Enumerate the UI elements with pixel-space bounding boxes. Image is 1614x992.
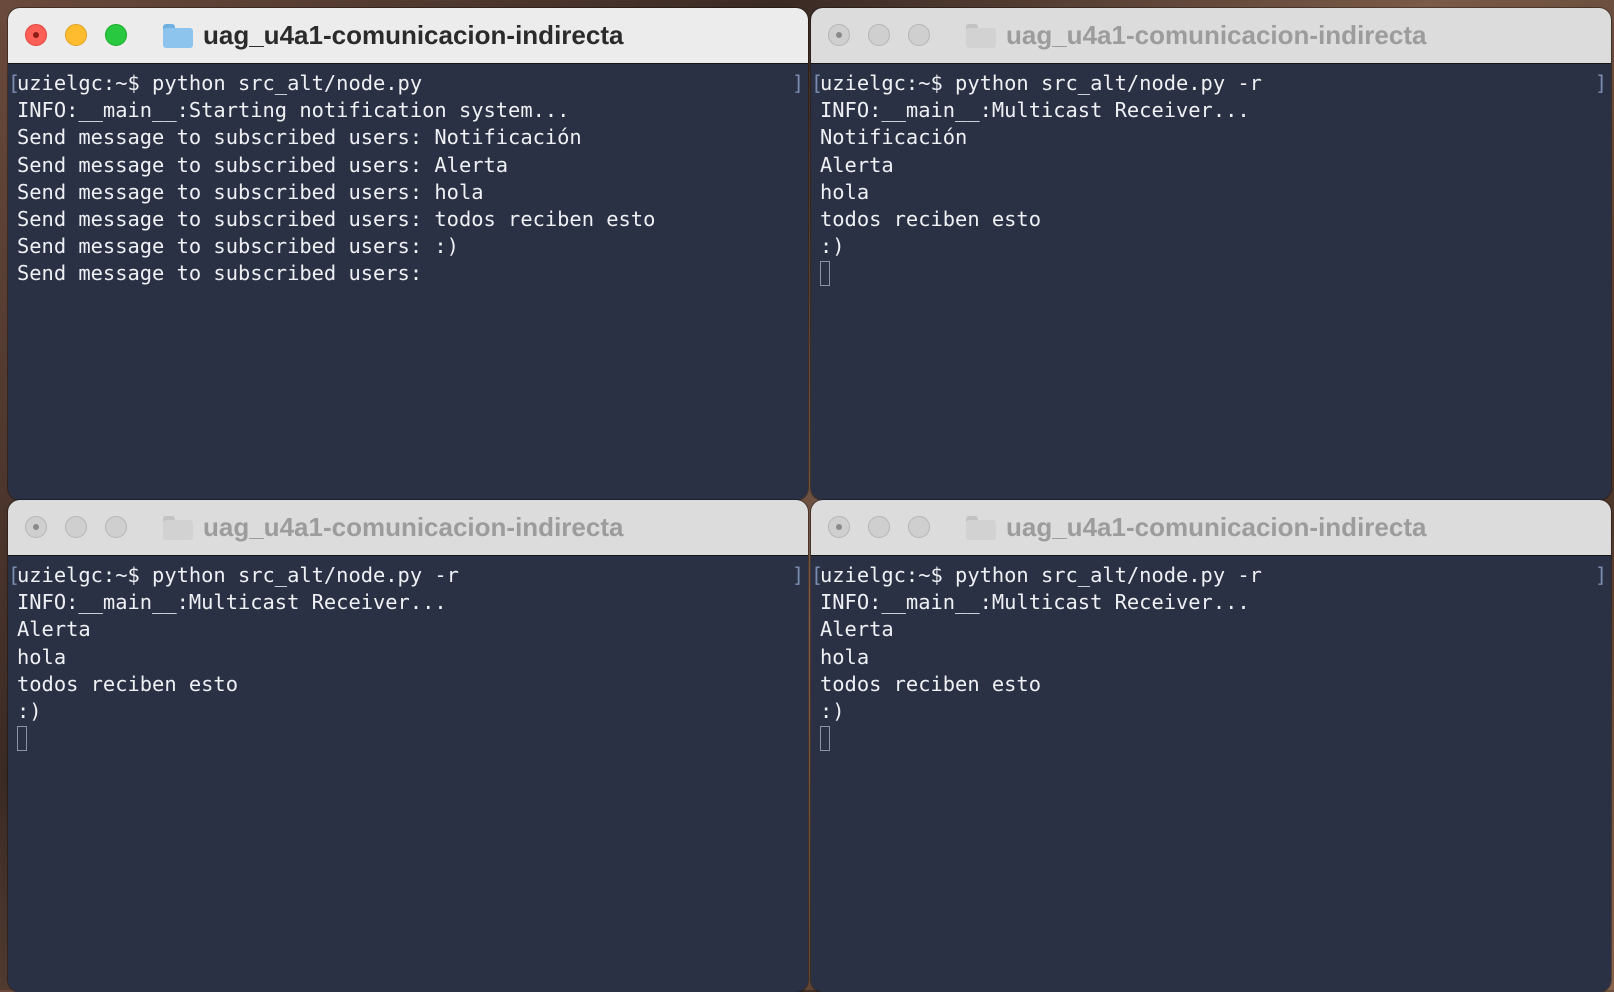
maximize-button[interactable] xyxy=(908,24,930,46)
terminal-line: todos reciben esto xyxy=(17,671,238,696)
window-title-text: uag_u4a1-comunicacion-indirecta xyxy=(203,512,624,542)
terminal-line: :) xyxy=(17,698,42,723)
minimize-button[interactable] xyxy=(868,516,890,538)
terminal-line: INFO:__main__:Multicast Receiver... xyxy=(820,590,1250,615)
terminal-output[interactable]: [ ] uzielgc:~$ python src_alt/node.py -r… xyxy=(811,64,1611,500)
window-title: uag_u4a1-comunicacion-indirecta xyxy=(163,8,623,63)
terminal-window-receiver-1[interactable]: uag_u4a1-comunicacion-indirecta [ ] uzie… xyxy=(811,8,1611,500)
folder-icon xyxy=(163,515,193,540)
terminal-line: hola xyxy=(17,644,67,669)
terminal-window-sender[interactable]: uag_u4a1-comunicacion-indirecta [ ] uzie… xyxy=(8,8,808,500)
folder-icon xyxy=(966,23,996,48)
close-button[interactable] xyxy=(828,516,850,538)
window-title-text: uag_u4a1-comunicacion-indirecta xyxy=(203,20,624,50)
terminal-window-receiver-3[interactable]: uag_u4a1-comunicacion-indirecta [ ] uzie… xyxy=(811,500,1611,992)
terminal-line: INFO:__main__:Starting notification syst… xyxy=(17,98,570,123)
traffic-lights xyxy=(25,516,127,538)
window-title: uag_u4a1-comunicacion-indirecta xyxy=(966,8,1426,63)
terminal-line: Alerta xyxy=(17,617,91,642)
terminal-cursor xyxy=(820,726,830,752)
mark-bracket-left: [ xyxy=(811,71,824,95)
terminal-window-receiver-2[interactable]: uag_u4a1-comunicacion-indirecta [ ] uzie… xyxy=(8,500,808,992)
window-title-text: uag_u4a1-comunicacion-indirecta xyxy=(1006,20,1427,50)
close-button[interactable] xyxy=(828,24,850,46)
folder-icon xyxy=(966,515,996,540)
title-bar[interactable]: uag_u4a1-comunicacion-indirecta xyxy=(811,500,1611,556)
traffic-lights xyxy=(828,516,930,538)
terminal-line: Send message to subscribed users: hola xyxy=(17,179,484,204)
mark-bracket-right: ] xyxy=(791,563,804,587)
title-bar[interactable]: uag_u4a1-comunicacion-indirecta xyxy=(8,8,808,64)
terminal-line: INFO:__main__:Multicast Receiver... xyxy=(17,590,447,615)
minimize-button[interactable] xyxy=(65,516,87,538)
terminal-line: uzielgc:~$ python src_alt/node.py xyxy=(17,71,423,95)
traffic-lights xyxy=(25,24,127,46)
title-bar[interactable]: uag_u4a1-comunicacion-indirecta xyxy=(811,8,1611,64)
window-title-text: uag_u4a1-comunicacion-indirecta xyxy=(1006,512,1427,542)
minimize-button[interactable] xyxy=(65,24,87,46)
terminal-line: :) xyxy=(820,234,845,259)
close-button[interactable] xyxy=(25,24,47,46)
terminal-line: Send message to subscribed users: Notifi… xyxy=(17,125,582,150)
terminal-output[interactable]: [ ] uzielgc:~$ python src_alt/node.py -r… xyxy=(8,556,808,992)
terminal-output[interactable]: [ ] uzielgc:~$ python src_alt/node.py -r… xyxy=(811,556,1611,992)
folder-icon xyxy=(163,23,193,48)
terminal-cursor xyxy=(17,726,27,752)
terminal-line: INFO:__main__:Multicast Receiver... xyxy=(820,98,1250,123)
minimize-button[interactable] xyxy=(868,24,890,46)
terminal-line: hola xyxy=(820,179,870,204)
title-bar[interactable]: uag_u4a1-comunicacion-indirecta xyxy=(8,500,808,556)
terminal-line: todos reciben esto xyxy=(820,206,1041,231)
maximize-button[interactable] xyxy=(908,516,930,538)
terminal-line: uzielgc:~$ python src_alt/node.py -r xyxy=(820,71,1262,95)
terminal-line: uzielgc:~$ python src_alt/node.py -r xyxy=(820,563,1262,587)
window-title: uag_u4a1-comunicacion-indirecta xyxy=(966,500,1426,555)
traffic-lights xyxy=(828,24,930,46)
maximize-button[interactable] xyxy=(105,24,127,46)
terminal-line: Send message to subscribed users: Alerta xyxy=(17,152,509,177)
terminal-line: Send message to subscribed users: :) xyxy=(17,234,459,259)
terminal-line: Send message to subscribed users: todos … xyxy=(17,206,656,231)
terminal-cursor xyxy=(820,261,830,287)
mark-bracket-right: ] xyxy=(1594,71,1607,95)
terminal-line: Notificación xyxy=(820,125,968,150)
terminal-line: uzielgc:~$ python src_alt/node.py -r xyxy=(17,563,459,587)
mark-bracket-right: ] xyxy=(1594,563,1607,587)
mark-bracket-left: [ xyxy=(811,563,824,587)
terminal-line: Send message to subscribed users: xyxy=(17,261,423,286)
mark-bracket-right: ] xyxy=(791,71,804,95)
terminal-output[interactable]: [ ] uzielgc:~$ python src_alt/node.py IN… xyxy=(8,64,808,500)
mark-bracket-left: [ xyxy=(8,71,21,95)
terminal-line: todos reciben esto xyxy=(820,671,1041,696)
mark-bracket-left: [ xyxy=(8,563,21,587)
terminal-line: Alerta xyxy=(820,617,894,642)
terminal-line: Alerta xyxy=(820,152,894,177)
terminal-line: hola xyxy=(820,644,870,669)
maximize-button[interactable] xyxy=(105,516,127,538)
close-button[interactable] xyxy=(25,516,47,538)
terminal-line: :) xyxy=(820,698,845,723)
window-title: uag_u4a1-comunicacion-indirecta xyxy=(163,500,623,555)
